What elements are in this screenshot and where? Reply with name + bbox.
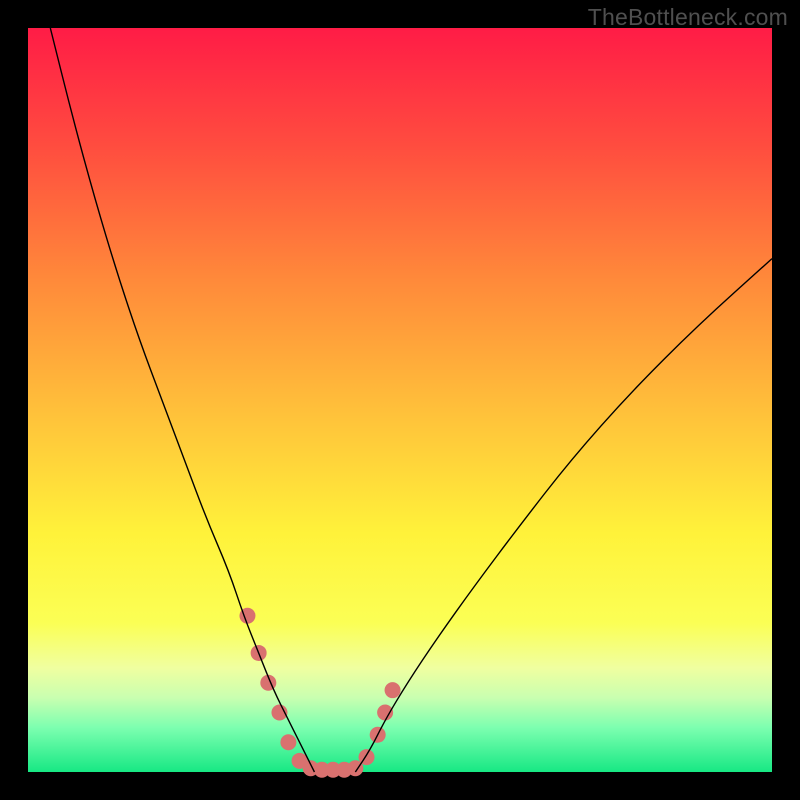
highlight-marker-layer (239, 608, 400, 778)
bottleneck-curve-right (355, 259, 772, 772)
chart-frame: TheBottleneck.com (0, 0, 800, 800)
curve-layer (50, 28, 772, 772)
watermark-text: TheBottleneck.com (588, 4, 788, 31)
highlight-markers-left-pt (280, 734, 296, 750)
bottleneck-curve-left (50, 28, 314, 772)
chart-svg (28, 28, 772, 772)
highlight-markers-right-pt (385, 682, 401, 698)
highlight-markers-right-pt (377, 704, 393, 720)
